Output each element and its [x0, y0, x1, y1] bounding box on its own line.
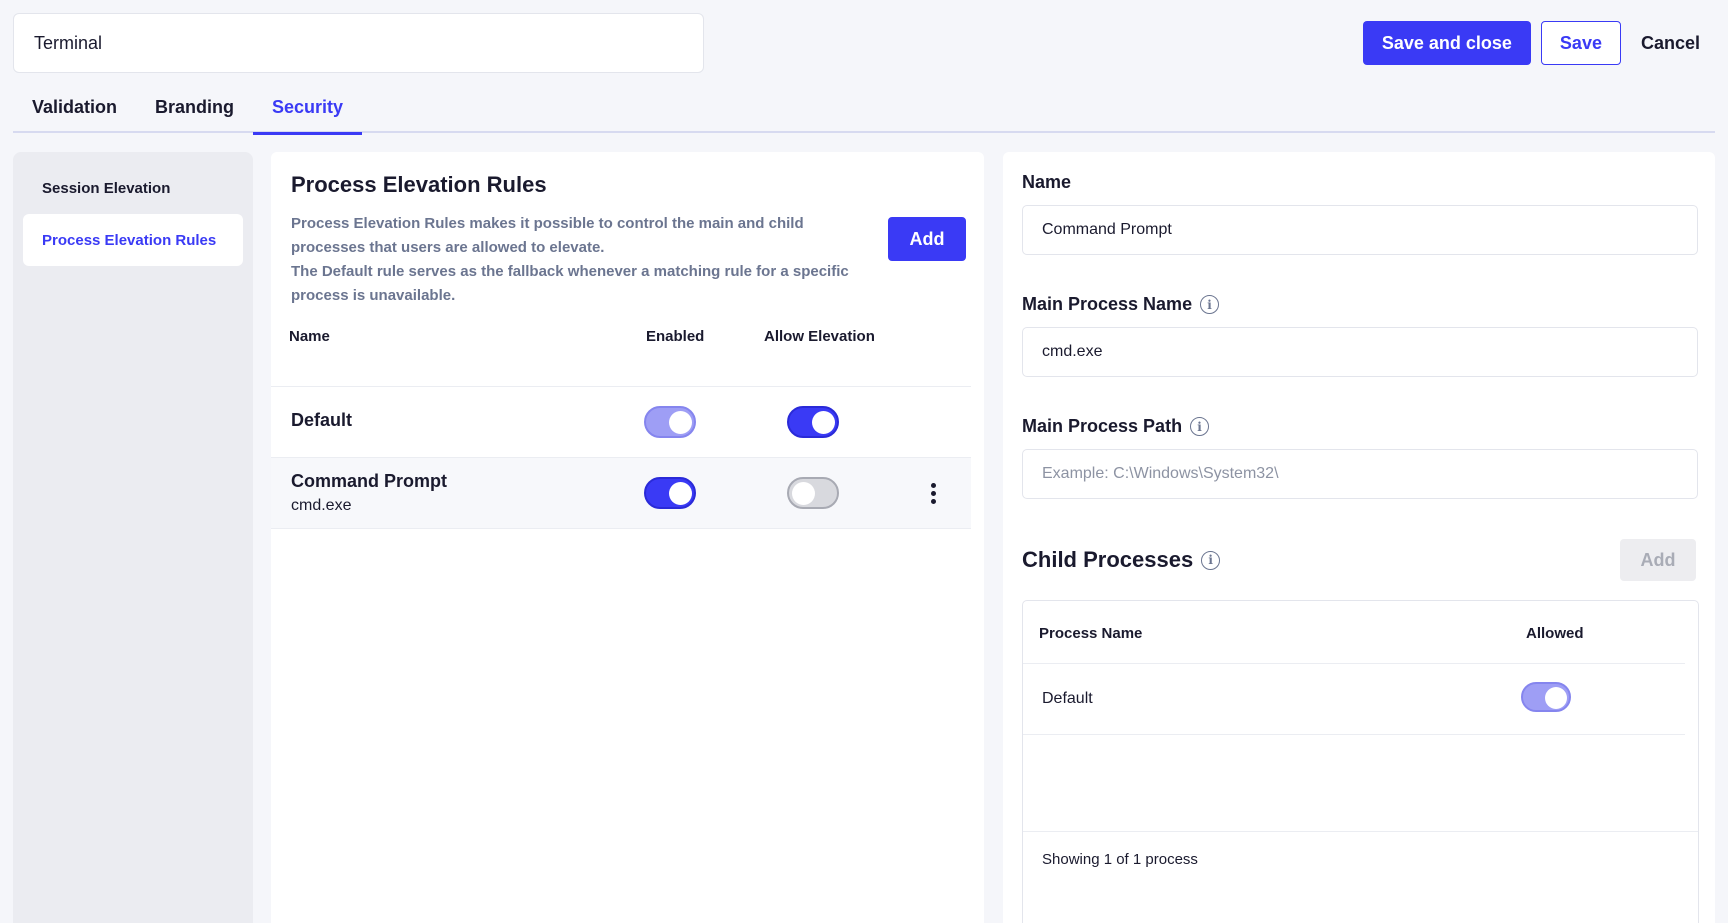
- column-header-allowed: Allowed: [1526, 625, 1584, 642]
- allow-elevation-toggle[interactable]: [787, 406, 839, 438]
- enabled-toggle[interactable]: [644, 477, 696, 509]
- table-row[interactable]: Command Prompt cmd.exe: [271, 458, 971, 529]
- info-icon[interactable]: i: [1201, 550, 1221, 570]
- child-processes-title: Child Processes i: [1022, 547, 1221, 573]
- tab-branding[interactable]: Branding: [136, 82, 253, 133]
- main-process-path-input[interactable]: [1022, 449, 1698, 499]
- column-header-name: Name: [289, 328, 330, 345]
- tab-validation[interactable]: Validation: [13, 82, 136, 133]
- detail-panel: Name Main Process Name i Main Process Pa…: [1003, 152, 1715, 923]
- panel-description: Process Elevation Rules makes it possibl…: [291, 212, 881, 308]
- table-row[interactable]: Default: [271, 387, 971, 458]
- info-icon[interactable]: i: [1190, 417, 1210, 436]
- rule-process: cmd.exe: [291, 497, 352, 514]
- footer-divider: [1023, 831, 1698, 832]
- header-divider: [1023, 663, 1685, 664]
- sidebar-item-process-elevation-rules[interactable]: Process Elevation Rules: [23, 214, 243, 266]
- allowed-toggle[interactable]: [1521, 682, 1571, 712]
- add-child-process-button: Add: [1620, 539, 1696, 581]
- more-options-icon[interactable]: [921, 478, 945, 508]
- rule-name: Default: [291, 410, 353, 430]
- enabled-toggle[interactable]: [644, 406, 696, 438]
- cancel-button[interactable]: Cancel: [1621, 21, 1720, 65]
- row-divider: [1023, 734, 1685, 735]
- sidebar: Session Elevation Process Elevation Rule…: [13, 152, 253, 923]
- column-header-process-name: Process Name: [1039, 625, 1143, 642]
- description-line-2: The Default rule serves as the fallback …: [291, 263, 849, 304]
- save-and-close-button[interactable]: Save and close: [1362, 21, 1531, 65]
- tab-bar: Validation Branding Security: [13, 82, 1715, 135]
- name-label: Name: [1022, 172, 1072, 192]
- allow-elevation-toggle[interactable]: [787, 477, 839, 509]
- tab-security[interactable]: Security: [253, 82, 363, 135]
- main-process-name-input[interactable]: [1022, 327, 1698, 377]
- child-processes-table: Process Name Allowed Default Showing 1 o…: [1022, 600, 1699, 923]
- rules-panel: Process Elevation Rules Process Elevatio…: [271, 152, 984, 923]
- top-actions: Save and close Save Cancel: [1362, 21, 1720, 65]
- main-process-path-label: Main Process Path i: [1022, 416, 1210, 437]
- child-process-name: Default: [1042, 690, 1093, 707]
- rule-name: Command Prompt: [291, 471, 448, 491]
- description-line-1: Process Elevation Rules makes it possibl…: [291, 215, 804, 256]
- pagination-summary: Showing 1 of 1 process: [1042, 851, 1198, 868]
- save-button[interactable]: Save: [1540, 21, 1621, 65]
- sidebar-item-session-elevation[interactable]: Session Elevation: [23, 162, 243, 214]
- info-icon[interactable]: i: [1200, 295, 1220, 314]
- column-header-enabled: Enabled: [646, 328, 705, 345]
- panel-title: Process Elevation Rules: [291, 172, 547, 197]
- name-input[interactable]: [1022, 205, 1698, 255]
- title-input[interactable]: [13, 13, 704, 73]
- add-rule-button[interactable]: Add: [888, 217, 966, 261]
- main-process-name-label: Main Process Name i: [1022, 294, 1220, 315]
- column-header-allow-elevation: Allow Elevation: [764, 328, 875, 345]
